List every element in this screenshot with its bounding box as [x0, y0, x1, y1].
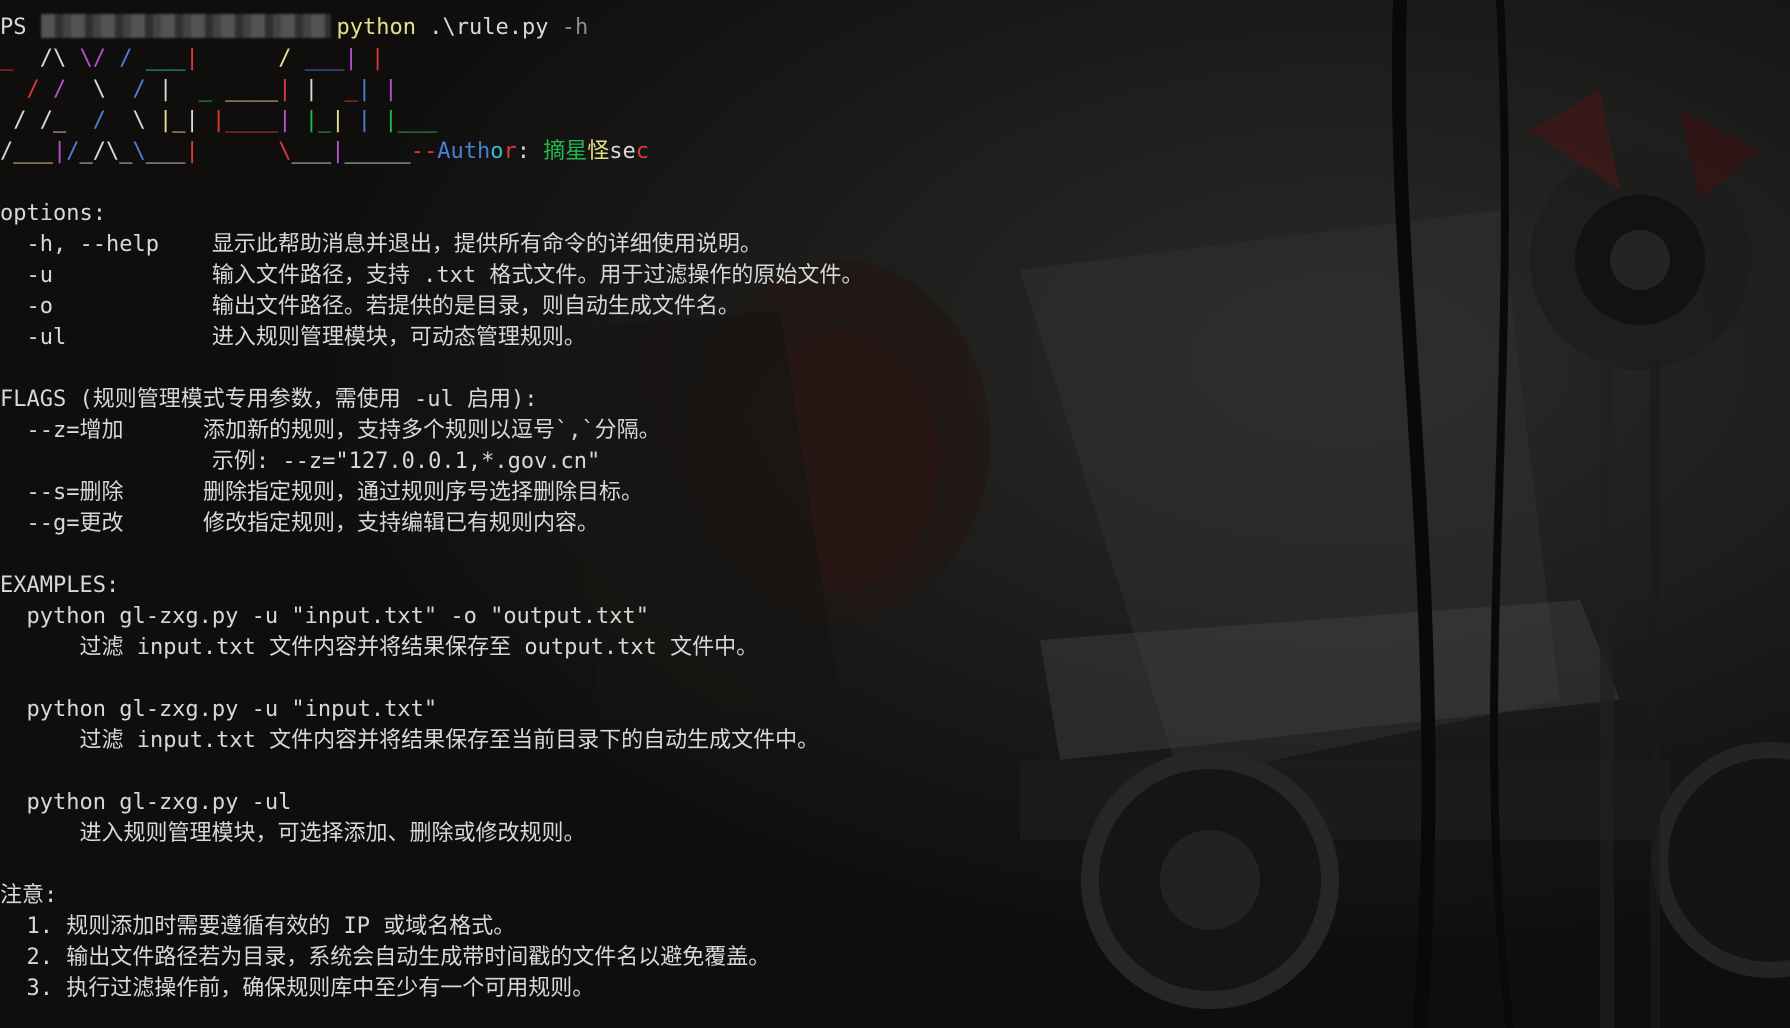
banner-segment: \/ [79, 46, 120, 71]
banner-segment: | [357, 77, 385, 102]
banner-line-2: / / \ / | _ ____| | _| | [0, 74, 863, 105]
help-line: 2. 输出文件路径若为目录，系统会自动生成带时间戳的文件名以避免覆盖。 [0, 945, 771, 970]
banner-segment: | [278, 108, 305, 133]
banner-segment: | [53, 139, 67, 164]
banner-segment: |_ [304, 108, 332, 133]
help-line [0, 353, 863, 384]
help-line: 过滤 input.txt 文件内容并将结果保存至 output.txt 文件中。 [0, 635, 759, 660]
help-line: python gl-zxg.py -u "input.txt" -o "outp… [0, 604, 650, 629]
help-text: options: -h, --help 显示此帮助消息并退出，提供所有命令的详细… [0, 167, 863, 1004]
help-line [0, 167, 863, 198]
help-line: 示例: --z="127.0.0.1,*.gov.cn" [0, 449, 601, 474]
help-line [0, 663, 863, 694]
banner-segment: ___ [145, 46, 186, 71]
help-line [0, 756, 863, 787]
banner-segment: / [119, 46, 146, 71]
banner-segment: ___ [291, 139, 332, 164]
help-line [0, 539, 863, 570]
banner-segment: | [357, 108, 385, 133]
help-line: python gl-zxg.py -ul [0, 790, 292, 815]
banner-segment: | [331, 139, 345, 164]
banner-segment: \ [278, 139, 292, 164]
banner-segment: / [79, 108, 120, 133]
prompt-flag: -h [561, 15, 589, 40]
banner-segment: | [344, 46, 358, 71]
banner-segment: -- [410, 139, 438, 164]
banner-segment: /\ [92, 139, 120, 164]
help-line: -o 输出文件路径。若提供的是目录，则自动生成文件名。 [0, 294, 740, 319]
banner-segment: ___ [13, 139, 53, 164]
help-line: 3. 执行过滤操作前，确保规则库中至少有一个可用规则。 [0, 976, 595, 1001]
help-line: -ul 进入规则管理模块，可动态管理规则。 [0, 325, 586, 350]
banner-segment: |___ [384, 108, 438, 133]
help-line: 1. 规则添加时需要遵循有效的 IP 或域名格式。 [0, 914, 516, 939]
banner-segment: _ [79, 139, 93, 164]
banner-segment: _ [0, 46, 27, 71]
banner-segment: / [66, 139, 80, 164]
banner-line-4: /___|/_/\_\___| \___|_____--Author: 摘星怪s… [0, 136, 863, 167]
help-line: --s=删除 删除指定规则，通过规则序号选择删除目标。 [0, 480, 643, 505]
prompt-command: python [336, 15, 416, 40]
banner-segment: : [516, 139, 544, 164]
banner-segment: Auth [437, 139, 491, 164]
banner-segment: | [185, 108, 212, 133]
banner-segment: | [158, 77, 186, 102]
help-line [0, 849, 863, 880]
banner-segment: | [185, 46, 279, 71]
banner-segment: ___ [304, 46, 345, 71]
banner-segment: se [609, 139, 636, 164]
banner-segment: /_ [39, 108, 80, 133]
help-line: -u 输入文件路径，支持 .txt 格式文件。用于过滤操作的原始文件。 [0, 263, 864, 288]
banner-segment: |_ [159, 108, 186, 133]
banner-segment: / [278, 46, 305, 71]
banner-line-1: _ /\ \/ / ___| / ___| | [0, 43, 863, 74]
banner-segment: / [0, 108, 40, 133]
banner-segment: / [0, 77, 53, 102]
banner-segment: 摘星 [543, 139, 588, 164]
banner-segment: c [635, 139, 649, 164]
banner-segment: / [0, 139, 14, 164]
banner-segment: _____ [344, 139, 411, 164]
banner-segment: _ [185, 77, 226, 102]
banner-segment: /\ [26, 46, 80, 71]
help-line: --g=更改 修改指定规则，支持编辑已有规则内容。 [0, 511, 599, 536]
ps-prompt: PS [0, 15, 27, 40]
help-line: FLAGS (规则管理模式专用参数，需使用 -ul 启用): [0, 387, 538, 412]
help-line: -h, --help 显示此帮助消息并退出，提供所有命令的详细使用说明。 [0, 232, 762, 257]
banner-segment: \ [119, 108, 159, 133]
banner-segment: | [384, 77, 398, 102]
help-line: EXAMPLES: [0, 573, 120, 598]
banner-segment: | [185, 139, 279, 164]
redacted-path [40, 14, 331, 38]
help-line: --z=增加 添加新的规则，支持多个规则以逗号`,`分隔。 [0, 418, 661, 443]
banner-segment: ___ [145, 139, 186, 164]
help-line: 注意: [0, 883, 58, 908]
banner-segment: \ [79, 77, 120, 102]
help-line: python gl-zxg.py -u "input.txt" [0, 697, 438, 722]
banner-segment: o [490, 139, 504, 164]
banner-segment: | [331, 108, 358, 133]
prompt-line: PS python .\rule.py -h [0, 12, 863, 43]
terminal-output: PS python .\rule.py -h _ /\ \/ / ___| / __… [0, 12, 863, 1004]
prompt-arg: .\rule.py [429, 15, 549, 40]
banner-segment: |____ [212, 108, 279, 133]
banner-segment: | [278, 77, 305, 102]
banner-segment: _ [317, 77, 358, 102]
banner-line-3: / /_ / \ |_| |____| |_| | |___ [0, 105, 863, 136]
help-line: options: [0, 201, 106, 226]
banner-segment: \ [132, 139, 146, 164]
banner-segment: / [52, 77, 80, 102]
help-line: 过滤 input.txt 文件内容并将结果保存至当前目录下的自动生成文件中。 [0, 728, 820, 753]
banner-segment: _ [119, 139, 133, 164]
banner-segment: ____ [225, 77, 279, 102]
help-line: 进入规则管理模块，可选择添加、删除或修改规则。 [0, 821, 586, 846]
banner-segment: | [304, 77, 318, 102]
banner-segment: | [357, 46, 385, 71]
banner-segment: / [119, 77, 159, 102]
banner-segment: r [503, 139, 517, 164]
banner-segment: 怪 [587, 139, 610, 164]
